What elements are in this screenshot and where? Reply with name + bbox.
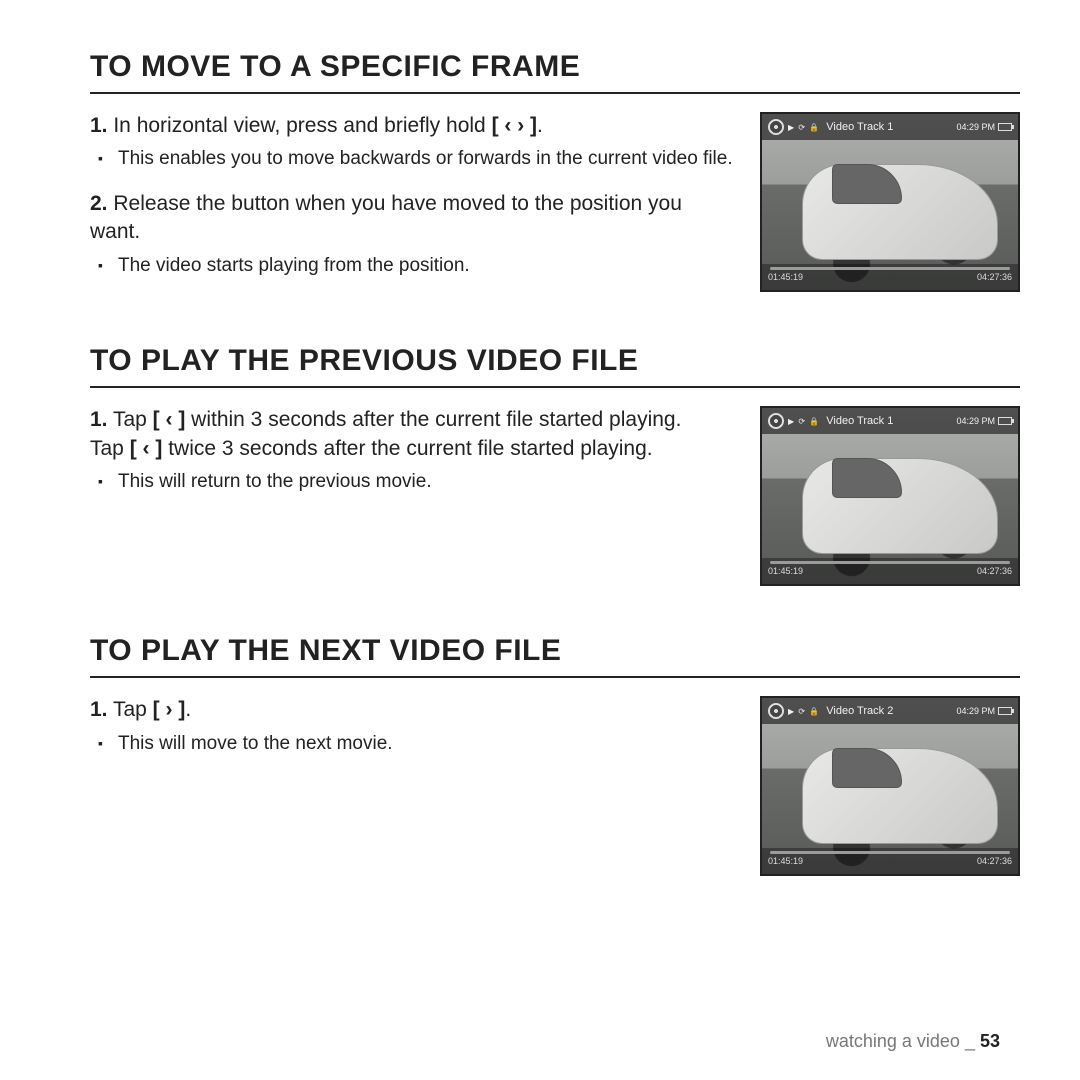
section-next-video: TO PLAY THE NEXT VIDEO FILE 1. Tap [ › ]… (90, 634, 1020, 876)
step-number: 2. (90, 192, 108, 215)
step-text: Tap (108, 408, 153, 431)
track-label: Video Track 2 (826, 705, 893, 717)
section-body: 1. Tap [ ‹ ] within 3 seconds after the … (90, 406, 1020, 586)
step-text: In horizontal view, press and briefly ho… (108, 114, 492, 137)
sub-item: This enables you to move backwards or fo… (118, 146, 736, 172)
track-label: Video Track 1 (826, 415, 893, 427)
step-2: 2. Release the button when you have move… (90, 190, 736, 247)
step-number: 1. (90, 698, 108, 721)
section-body: 1. In horizontal view, press and briefly… (90, 112, 1020, 296)
sub-list: This enables you to move backwards or fo… (90, 146, 736, 172)
key-left: [ ‹ ] (130, 437, 163, 460)
text-column: 1. Tap [ › ]. This will move to the next… (90, 696, 736, 774)
step-1: 1. In horizontal view, press and briefly… (90, 112, 736, 140)
battery-icon (998, 123, 1012, 131)
track-label: Video Track 1 (826, 121, 893, 133)
time-label: 04:29 PM (956, 706, 995, 716)
sub-item: This will move to the next movie. (118, 731, 736, 757)
section-previous-video: TO PLAY THE PREVIOUS VIDEO FILE 1. Tap [… (90, 344, 1020, 586)
step-number: 1. (90, 408, 108, 431)
thumbnail-top-bar: ▶ ⟳ 🔒 Video Track 1 04:29 PM (762, 408, 1018, 434)
step-line2-after: twice 3 seconds after the current file s… (162, 437, 652, 460)
footer-label: watching a video _ (826, 1031, 980, 1051)
step-text-after: within 3 seconds after the current file … (185, 408, 681, 431)
sub-item: The video starts playing from the positi… (118, 253, 736, 279)
time-elapsed: 01:45:19 (768, 856, 803, 866)
reel-icon (768, 119, 784, 135)
key-right: [ › ] (153, 698, 186, 721)
thumbnail-top-bar: ▶ ⟳ 🔒 Video Track 1 04:29 PM (762, 114, 1018, 140)
section-move-frame: TO MOVE TO A SPECIFIC FRAME 1. In horizo… (90, 50, 1020, 296)
text-column: 1. In horizontal view, press and briefly… (90, 112, 736, 296)
section-title: TO PLAY THE PREVIOUS VIDEO FILE (90, 344, 1020, 388)
time-label: 04:29 PM (956, 122, 995, 132)
section-title: TO PLAY THE NEXT VIDEO FILE (90, 634, 1020, 678)
page-footer: watching a video _ 53 (826, 1031, 1000, 1052)
time-label: 04:29 PM (956, 416, 995, 426)
time-elapsed: 01:45:19 (768, 566, 803, 576)
step-line2-before: Tap (90, 437, 130, 460)
thumbnail-bottom-bar: 01:45:19 04:27:36 (762, 848, 1018, 874)
section-body: 1. Tap [ › ]. This will move to the next… (90, 696, 1020, 876)
step-text: Release the button when you have moved t… (90, 192, 682, 243)
status-icons: ▶ ⟳ 🔒 (788, 123, 820, 132)
step-text-after: . (537, 114, 543, 137)
key-left-right: [ ‹ › ] (492, 114, 537, 137)
video-thumbnail: ▶ ⟳ 🔒 Video Track 2 04:29 PM 01:45:19 04… (760, 696, 1020, 876)
time-total: 04:27:36 (977, 566, 1012, 576)
step-1: 1. Tap [ › ]. (90, 696, 736, 724)
thumbnail-bottom-bar: 01:45:19 04:27:36 (762, 558, 1018, 584)
time-elapsed: 01:45:19 (768, 272, 803, 282)
sub-list: This will move to the next movie. (90, 731, 736, 757)
reel-icon (768, 413, 784, 429)
status-icons: ▶ ⟳ 🔒 (788, 417, 820, 426)
video-thumbnail: ▶ ⟳ 🔒 Video Track 1 04:29 PM 01:45:19 04… (760, 112, 1020, 292)
step-text-after: . (185, 698, 191, 721)
step-1: 1. Tap [ ‹ ] within 3 seconds after the … (90, 406, 736, 463)
thumbnail-top-bar: ▶ ⟳ 🔒 Video Track 2 04:29 PM (762, 698, 1018, 724)
top-right: 04:29 PM (956, 122, 1012, 132)
section-title: TO MOVE TO A SPECIFIC FRAME (90, 50, 1020, 94)
text-column: 1. Tap [ ‹ ] within 3 seconds after the … (90, 406, 736, 512)
sub-list: This will return to the previous movie. (90, 469, 736, 495)
time-total: 04:27:36 (977, 272, 1012, 282)
sub-item: This will return to the previous movie. (118, 469, 736, 495)
status-icons: ▶ ⟳ 🔒 (788, 707, 820, 716)
time-total: 04:27:36 (977, 856, 1012, 866)
page-number: 53 (980, 1031, 1000, 1051)
sub-list: The video starts playing from the positi… (90, 253, 736, 279)
video-thumbnail: ▶ ⟳ 🔒 Video Track 1 04:29 PM 01:45:19 04… (760, 406, 1020, 586)
key-left: [ ‹ ] (153, 408, 186, 431)
step-text: Tap (108, 698, 153, 721)
top-right: 04:29 PM (956, 706, 1012, 716)
thumbnail-bottom-bar: 01:45:19 04:27:36 (762, 264, 1018, 290)
battery-icon (998, 707, 1012, 715)
step-number: 1. (90, 114, 108, 137)
reel-icon (768, 703, 784, 719)
battery-icon (998, 417, 1012, 425)
top-right: 04:29 PM (956, 416, 1012, 426)
